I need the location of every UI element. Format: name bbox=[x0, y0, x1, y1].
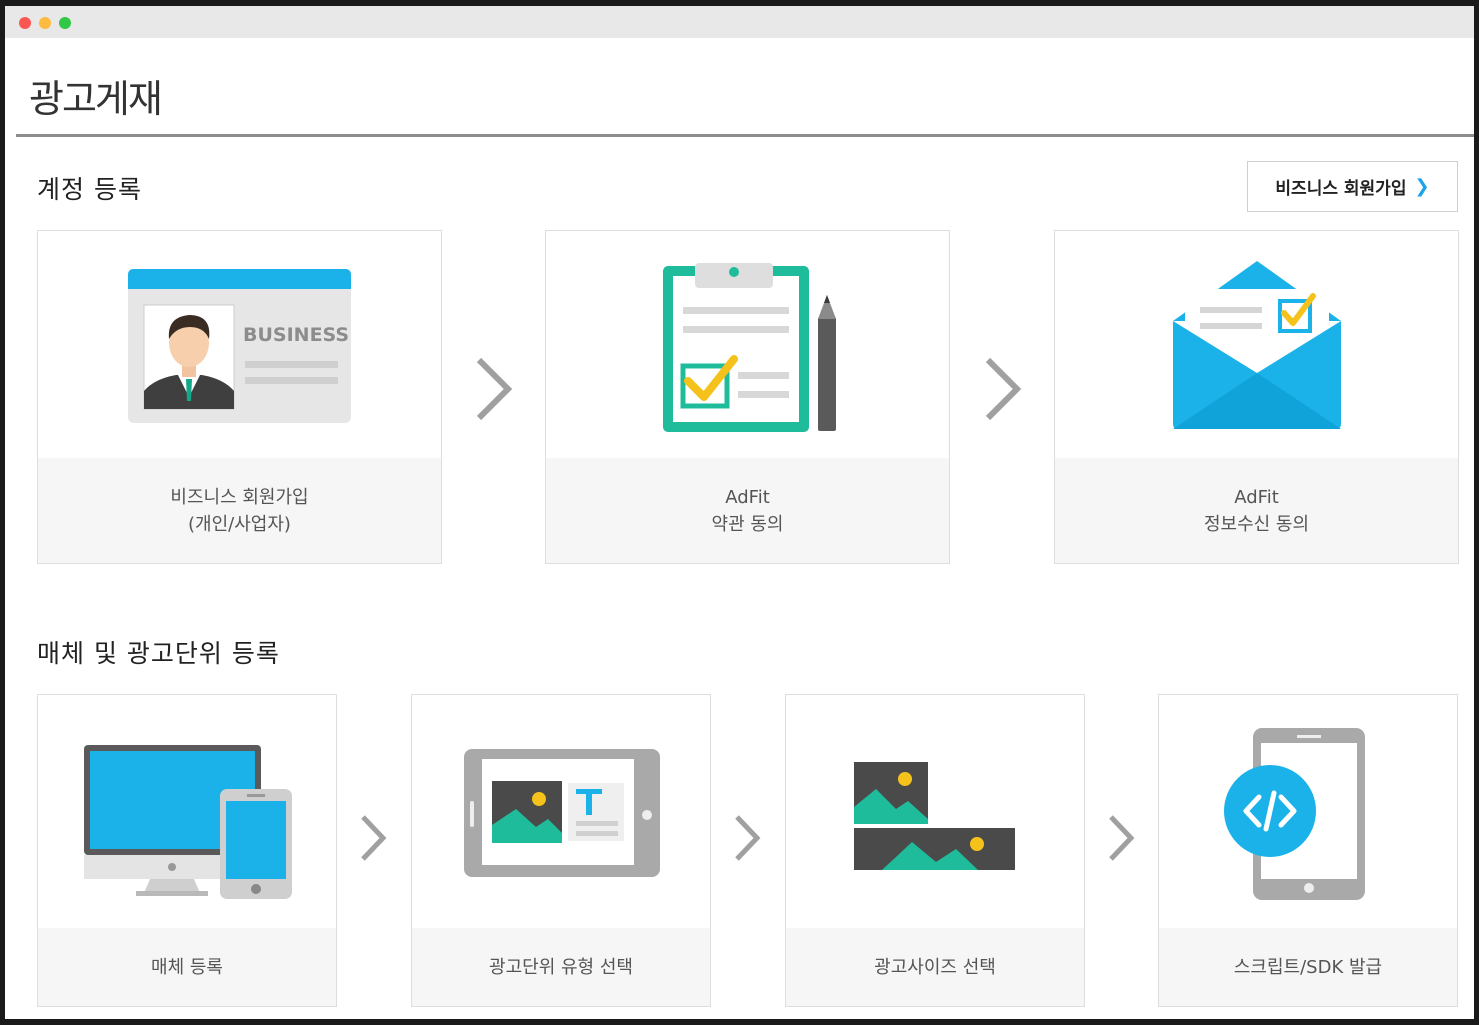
step-label-line1: AdFit bbox=[1234, 486, 1279, 508]
title-divider bbox=[16, 134, 1474, 137]
step-label: 스크립트/SDK 발급 bbox=[1233, 956, 1383, 978]
step-label: 광고단위 유형 선택 bbox=[489, 956, 633, 978]
devices-icon bbox=[84, 745, 292, 899]
business-card-text: BUSINESS bbox=[243, 324, 349, 346]
window-titlebar bbox=[5, 6, 1474, 38]
chevron-right-icon: ❯ bbox=[1414, 176, 1430, 197]
chevron-right-icon bbox=[361, 815, 387, 861]
business-signup-button[interactable]: 비즈니스 회원가입 ❯ bbox=[1247, 161, 1458, 212]
step-label: 매체 등록 bbox=[151, 956, 223, 978]
tablet-ad-unit-icon bbox=[464, 749, 660, 877]
envelope-check-icon bbox=[1173, 261, 1341, 429]
chevron-right-icon bbox=[1109, 815, 1135, 861]
step-label-line2: 약관 동의 bbox=[711, 513, 784, 535]
chevron-right-icon bbox=[985, 357, 1022, 421]
step-label-line2: (개인/사업자) bbox=[188, 513, 291, 535]
business-signup-label: 비즈니스 회원가입 bbox=[1275, 179, 1407, 199]
media-section-title: 매체 및 광고단위 등록 bbox=[37, 639, 280, 668]
phone-code-icon bbox=[1224, 728, 1365, 900]
business-card-icon: BUSINESS bbox=[128, 269, 351, 423]
minimize-window-button[interactable] bbox=[39, 17, 51, 29]
chevron-right-icon bbox=[735, 815, 761, 861]
chevron-right-icon bbox=[476, 357, 513, 421]
browser-window: 광고게재 계정 등록 비즈니스 회원가입 ❯ BUSINESS 비즈니스 회원가… bbox=[5, 6, 1474, 1019]
step-label: 광고사이즈 선택 bbox=[874, 956, 996, 978]
step-card-info-consent[interactable]: AdFit 정보수신 동의 bbox=[1054, 230, 1459, 564]
close-window-button[interactable] bbox=[19, 17, 31, 29]
step-label-line1: 비즈니스 회원가입 bbox=[170, 486, 309, 508]
page-title: 광고게재 bbox=[29, 77, 163, 121]
zoom-window-button[interactable] bbox=[59, 17, 71, 29]
step-card-ad-size[interactable]: 광고사이즈 선택 bbox=[785, 694, 1085, 1007]
step-card-business-signup[interactable]: BUSINESS 비즈니스 회원가입 (개인/사업자) bbox=[37, 230, 442, 564]
ad-size-images-icon bbox=[854, 762, 1015, 870]
step-label-line1: AdFit bbox=[725, 486, 770, 508]
step-card-script-sdk[interactable]: 스크립트/SDK 발급 bbox=[1158, 694, 1458, 1007]
clipboard-check-icon bbox=[663, 263, 836, 432]
step-card-terms-agreement[interactable]: AdFit 약관 동의 bbox=[545, 230, 950, 564]
step-card-ad-unit-type[interactable]: 광고단위 유형 선택 bbox=[411, 694, 711, 1007]
step-card-media-registration[interactable]: 매체 등록 bbox=[37, 694, 337, 1007]
step-label-line2: 정보수신 동의 bbox=[1203, 513, 1310, 535]
account-section-title: 계정 등록 bbox=[37, 175, 142, 204]
